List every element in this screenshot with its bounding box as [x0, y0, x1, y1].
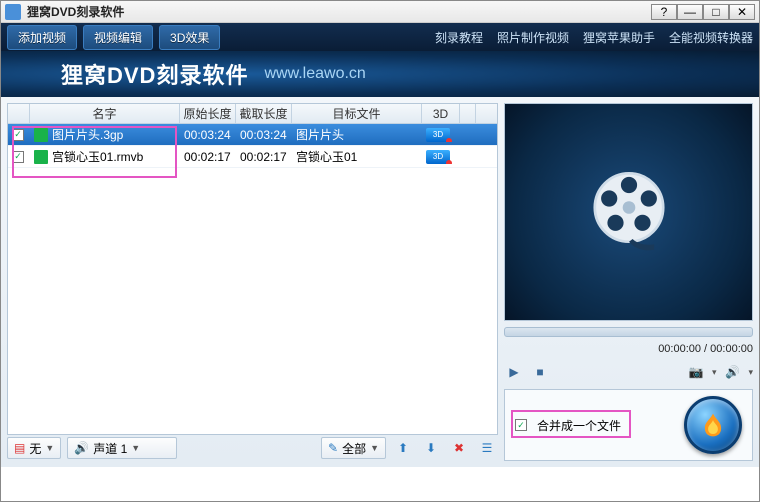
orig-len: 00:02:17 — [180, 150, 236, 164]
snapshot-button[interactable]: 📷 — [686, 362, 706, 382]
minimize-button[interactable]: — — [677, 4, 703, 20]
subtitle-icon: ▤ — [14, 441, 25, 455]
col-check[interactable] — [8, 104, 30, 123]
file-icon — [34, 150, 48, 164]
add-video-button[interactable]: 添加视频 — [7, 25, 77, 50]
window-buttons: ? — □ ✕ — [651, 4, 755, 20]
burn-button[interactable] — [684, 396, 742, 454]
col-scroll — [460, 104, 476, 123]
stop-button[interactable]: ■ — [530, 362, 550, 382]
chevron-down-icon: ▼ — [370, 443, 379, 453]
table-row[interactable]: ✓ 宫锁心玉01.rmvb 00:02:17 00:02:17 宫锁心玉01 3… — [8, 146, 497, 168]
row-checkbox[interactable]: ✓ — [12, 129, 24, 141]
target-file: 图片片头 — [292, 126, 422, 143]
audio-value: 声道 1 — [93, 440, 127, 457]
3d-badge[interactable]: 3D — [426, 128, 450, 142]
wand-icon: ✎ — [328, 441, 338, 455]
col-orig-len[interactable]: 原始长度 — [180, 104, 236, 123]
main-toolbar: 添加视频 视频编辑 3D效果 刻录教程 照片制作视频 狸窝苹果助手 全能视频转换… — [1, 23, 759, 51]
seek-bar[interactable] — [504, 327, 753, 337]
file-name: 图片片头.3gp — [52, 126, 123, 143]
move-down-button[interactable]: ⬇ — [420, 437, 442, 459]
left-panel: 名字 原始长度 截取长度 目标文件 3D ✓ 图片片头.3gp 00:03:24… — [1, 97, 504, 467]
move-up-button[interactable]: ⬆ — [392, 437, 414, 459]
right-panel: 00:00:00 / 00:00:00 ▶ ■ 📷 ▾ 🔊 ▾ ✓ 合并成一个文… — [504, 97, 759, 467]
table-header: 名字 原始长度 截取长度 目标文件 3D — [8, 104, 497, 124]
link-burn-tutorial[interactable]: 刻录教程 — [435, 29, 483, 46]
play-button[interactable]: ▶ — [504, 362, 524, 382]
3d-badge[interactable]: 3D — [426, 150, 450, 164]
banner-url: www.leawo.cn — [264, 65, 365, 83]
app-icon — [5, 4, 21, 20]
subtitle-value: 无 — [29, 440, 41, 457]
col-name[interactable]: 名字 — [30, 104, 180, 123]
list-button[interactable]: ☰ — [476, 437, 498, 459]
effect-3d-button[interactable]: 3D效果 — [159, 25, 220, 50]
merge-label: 合并成一个文件 — [537, 417, 621, 434]
link-converter[interactable]: 全能视频转换器 — [669, 29, 753, 46]
speaker-icon: 🔊 — [74, 441, 89, 455]
chevron-down-icon: ▼ — [45, 443, 54, 453]
time-display: 00:00:00 / 00:00:00 — [504, 343, 753, 355]
banner-title: 狸窝DVD刻录软件 — [61, 58, 248, 90]
chevron-down-icon: ▼ — [131, 443, 140, 453]
col-target[interactable]: 目标文件 — [292, 104, 422, 123]
row-checkbox[interactable]: ✓ — [12, 151, 24, 163]
orig-len: 00:03:24 — [180, 128, 236, 142]
banner: 狸窝DVD刻录软件 www.leawo.cn — [1, 51, 759, 97]
col-cut-len[interactable]: 截取长度 — [236, 104, 292, 123]
merge-box: ✓ 合并成一个文件 — [504, 389, 753, 461]
window-title: 狸窝DVD刻录软件 — [27, 3, 124, 20]
main-area: 名字 原始长度 截取长度 目标文件 3D ✓ 图片片头.3gp 00:03:24… — [1, 97, 759, 467]
delete-button[interactable]: ✖ — [448, 437, 470, 459]
target-file: 宫锁心玉01 — [292, 148, 422, 165]
link-photo-video[interactable]: 照片制作视频 — [497, 29, 569, 46]
cut-len: 00:02:17 — [236, 150, 292, 164]
file-icon — [34, 128, 48, 142]
chevron-down-icon[interactable]: ▾ — [712, 367, 717, 378]
film-reel-icon — [584, 167, 674, 257]
header-links: 刻录教程 照片制作视频 狸窝苹果助手 全能视频转换器 — [435, 29, 753, 46]
bottom-bar: ▤ 无 ▼ 🔊 声道 1 ▼ ✎ 全部 ▼ ⬆ ⬇ ✖ ☰ — [7, 435, 498, 461]
merge-checkbox[interactable]: ✓ — [515, 419, 527, 431]
subtitle-select[interactable]: ▤ 无 ▼ — [7, 437, 61, 459]
help-button[interactable]: ? — [651, 4, 677, 20]
playback-controls: ▶ ■ 📷 ▾ 🔊 ▾ — [504, 361, 753, 383]
col-3d[interactable]: 3D — [422, 104, 460, 123]
preview-area — [504, 103, 753, 321]
link-apple-helper[interactable]: 狸窝苹果助手 — [583, 29, 655, 46]
audio-track-select[interactable]: 🔊 声道 1 ▼ — [67, 437, 177, 459]
maximize-button[interactable]: □ — [703, 4, 729, 20]
volume-button[interactable]: 🔊 — [722, 362, 742, 382]
flame-icon — [700, 412, 726, 438]
close-button[interactable]: ✕ — [729, 4, 755, 20]
table-row[interactable]: ✓ 图片片头.3gp 00:03:24 00:03:24 图片片头 3D — [8, 124, 497, 146]
apply-all-value: 全部 — [342, 440, 366, 457]
apply-all-select[interactable]: ✎ 全部 ▼ — [321, 437, 386, 459]
title-bar: 狸窝DVD刻录软件 ? — □ ✕ — [1, 1, 759, 23]
file-name: 宫锁心玉01.rmvb — [52, 148, 143, 165]
chevron-down-icon[interactable]: ▾ — [748, 367, 753, 378]
file-list: 名字 原始长度 截取长度 目标文件 3D ✓ 图片片头.3gp 00:03:24… — [7, 103, 498, 435]
video-edit-button[interactable]: 视频编辑 — [83, 25, 153, 50]
cut-len: 00:03:24 — [236, 128, 292, 142]
